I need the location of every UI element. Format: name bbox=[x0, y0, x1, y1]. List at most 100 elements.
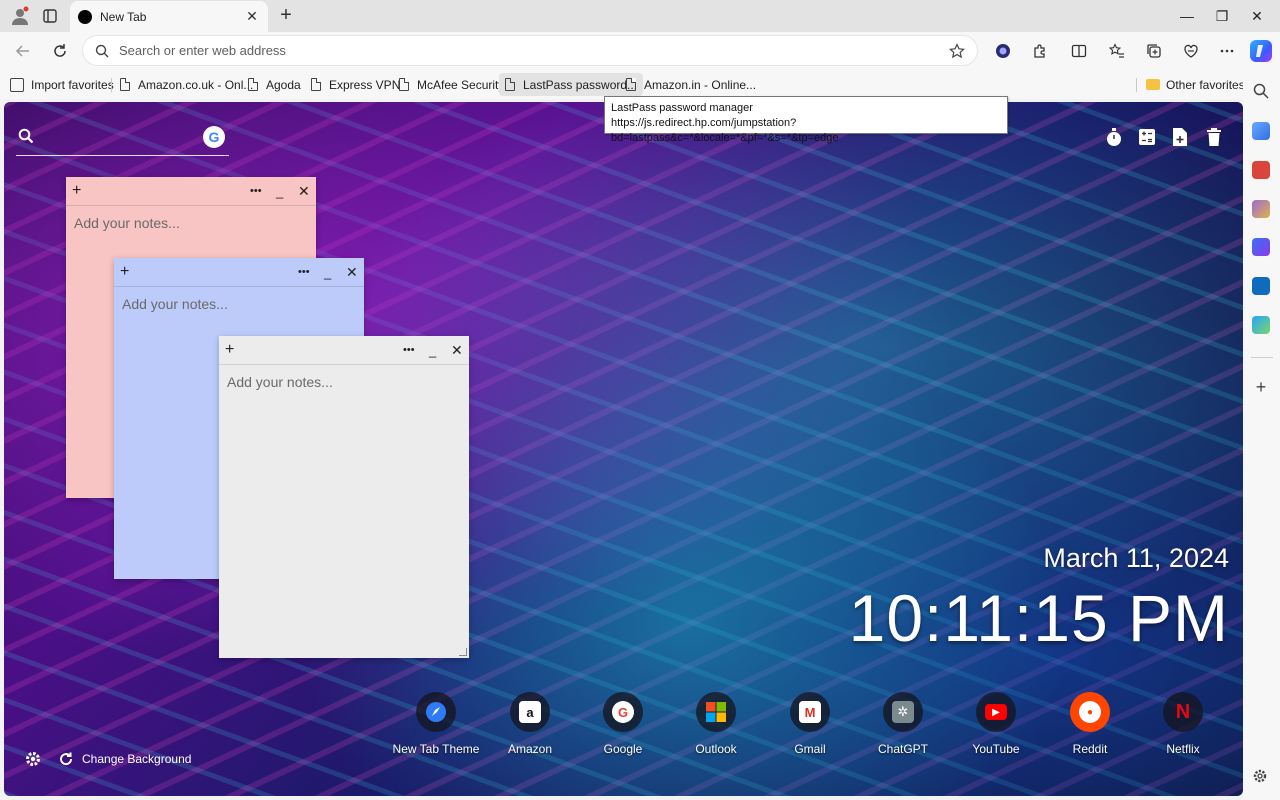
sidebar-tools-button[interactable] bbox=[1252, 161, 1270, 179]
clock-time: 10:11:15 PM bbox=[848, 581, 1229, 655]
newtab-search-input[interactable] bbox=[42, 126, 192, 148]
add-file-icon bbox=[1173, 128, 1187, 146]
favorites-button[interactable] bbox=[1104, 39, 1130, 63]
new-tab-button[interactable]: + bbox=[274, 4, 298, 28]
split-screen-icon bbox=[1071, 44, 1087, 58]
favorite-mcafee[interactable]: McAfee Security bbox=[393, 73, 510, 96]
sidebar-games-button[interactable] bbox=[1252, 200, 1270, 218]
sidebar-search-button[interactable] bbox=[1252, 82, 1270, 100]
profile-button[interactable] bbox=[8, 4, 32, 28]
star-icon bbox=[949, 42, 965, 58]
netflix-glyph: N bbox=[1175, 700, 1191, 723]
note-menu-button[interactable]: ••• bbox=[298, 262, 310, 282]
shortcut-label: Google bbox=[603, 742, 643, 756]
import-icon bbox=[10, 77, 24, 92]
calculator-icon bbox=[1139, 129, 1155, 145]
favorite-agoda[interactable]: Agoda bbox=[242, 73, 307, 96]
chatgpt-icon: ✲ bbox=[883, 692, 923, 732]
extensions-button[interactable] bbox=[1027, 39, 1053, 63]
google-engine-icon[interactable]: G bbox=[203, 126, 225, 148]
address-bar[interactable] bbox=[82, 35, 978, 66]
netflix-icon: N bbox=[1163, 692, 1203, 732]
refresh-background-button[interactable] bbox=[58, 751, 74, 767]
tooltip-url: https://js.redirect.hp.com/jumpstation?b… bbox=[611, 117, 839, 144]
shortcut-chatgpt[interactable]: ✲ ChatGPT bbox=[858, 692, 948, 756]
newtab-search: G bbox=[16, 122, 229, 156]
shortcut-new-tab-theme[interactable]: New Tab Theme bbox=[391, 692, 481, 756]
favorites-divider bbox=[111, 78, 112, 92]
note-minimize-button[interactable]: _ bbox=[324, 262, 331, 282]
settings-more-button[interactable] bbox=[1214, 39, 1240, 63]
note-add-button[interactable]: + bbox=[72, 181, 81, 201]
note-add-button[interactable]: + bbox=[225, 340, 234, 360]
tab-favicon bbox=[78, 9, 92, 24]
sidebar-outlook-button[interactable] bbox=[1252, 277, 1270, 295]
note-textarea[interactable] bbox=[219, 366, 469, 658]
change-background-link[interactable]: Change Background bbox=[82, 752, 191, 766]
favorite-import[interactable]: Import favorites bbox=[4, 73, 120, 96]
shortcut-outlook[interactable]: Outlook bbox=[671, 692, 761, 756]
split-screen-button[interactable] bbox=[1066, 39, 1092, 63]
address-input[interactable] bbox=[119, 43, 943, 58]
favorites-star-list-icon bbox=[1109, 43, 1124, 58]
sidebar-m365-button[interactable] bbox=[1252, 238, 1270, 256]
tab-new-tab[interactable]: New Tab ✕ bbox=[70, 1, 268, 32]
favorite-label: Agoda bbox=[266, 77, 301, 92]
search-icon bbox=[95, 44, 109, 57]
favorite-label: Import favorites bbox=[31, 77, 114, 92]
window-close-button[interactable]: ✕ bbox=[1234, 0, 1280, 32]
note-header: + ••• _ ✕ bbox=[66, 177, 316, 206]
tab-close-button[interactable]: ✕ bbox=[244, 8, 260, 25]
other-favorites-label: Other favorites bbox=[1166, 77, 1245, 92]
shortcut-gmail[interactable]: M Gmail bbox=[765, 692, 855, 756]
new-tab-page: G + ••• _ ✕ + ••• _ ✕ + • bbox=[4, 102, 1243, 796]
favorite-star-button[interactable] bbox=[943, 39, 971, 63]
favorite-amazon-uk[interactable]: Amazon.co.uk - Onl... bbox=[114, 73, 259, 96]
collections-button[interactable] bbox=[1141, 39, 1167, 63]
shortcut-label: Reddit bbox=[1072, 742, 1108, 756]
shortcut-label: Gmail bbox=[794, 742, 826, 756]
browser-essentials-button[interactable] bbox=[1178, 39, 1204, 63]
shortcut-netflix[interactable]: N Netflix bbox=[1138, 692, 1228, 756]
shortcut-label: ChatGPT bbox=[877, 742, 928, 756]
rocket-icon bbox=[416, 692, 456, 732]
extension-vpn-button[interactable] bbox=[990, 39, 1016, 63]
stopwatch-icon bbox=[1107, 128, 1121, 146]
note-add-button[interactable]: + bbox=[120, 262, 129, 282]
back-button[interactable] bbox=[10, 39, 36, 63]
resize-grip-icon[interactable] bbox=[459, 648, 467, 656]
other-favorites[interactable]: Other favorites bbox=[1140, 73, 1251, 96]
refresh-button[interactable] bbox=[47, 39, 73, 63]
calculator-button[interactable] bbox=[1137, 126, 1157, 148]
sidebar-drop-button[interactable] bbox=[1252, 316, 1270, 334]
note-menu-button[interactable]: ••• bbox=[250, 181, 262, 201]
favorite-amazon-in[interactable]: Amazon.in - Online... bbox=[620, 73, 762, 96]
favorite-express-vpn[interactable]: Express VPN bbox=[305, 73, 406, 96]
settings-gear-button[interactable] bbox=[24, 750, 42, 768]
tab-actions-button[interactable] bbox=[38, 4, 62, 28]
note-menu-button[interactable]: ••• bbox=[403, 340, 415, 360]
delete-notes-button[interactable] bbox=[1204, 126, 1224, 148]
sidebar-shopping-button[interactable] bbox=[1252, 122, 1270, 140]
note-minimize-button[interactable]: _ bbox=[429, 340, 436, 360]
gmail-glyph: M bbox=[799, 701, 821, 723]
shortcut-google[interactable]: G Google bbox=[578, 692, 668, 756]
timer-button[interactable] bbox=[1104, 126, 1124, 148]
puzzle-icon bbox=[1034, 44, 1045, 58]
note-close-button[interactable]: ✕ bbox=[346, 262, 358, 282]
page-icon bbox=[248, 78, 258, 91]
note-minimize-button[interactable]: _ bbox=[276, 181, 283, 201]
note-close-button[interactable]: ✕ bbox=[298, 181, 310, 201]
shortcut-label: Amazon bbox=[507, 742, 553, 756]
shortcut-amazon[interactable]: a Amazon bbox=[485, 692, 575, 756]
copilot-button[interactable] bbox=[1250, 40, 1272, 62]
shortcut-youtube[interactable]: ▶ YouTube bbox=[951, 692, 1041, 756]
search-icon bbox=[1253, 83, 1269, 99]
favorite-tooltip: LastPass password manager https://js.red… bbox=[604, 96, 1008, 144]
youtube-icon: ▶ bbox=[976, 692, 1016, 732]
sidebar-add-button[interactable]: + bbox=[1252, 378, 1270, 396]
new-note-button[interactable] bbox=[1170, 126, 1190, 148]
note-close-button[interactable]: ✕ bbox=[451, 340, 463, 360]
shortcut-reddit[interactable]: ● Reddit bbox=[1045, 692, 1135, 756]
sidebar-settings-button[interactable] bbox=[1252, 768, 1270, 786]
